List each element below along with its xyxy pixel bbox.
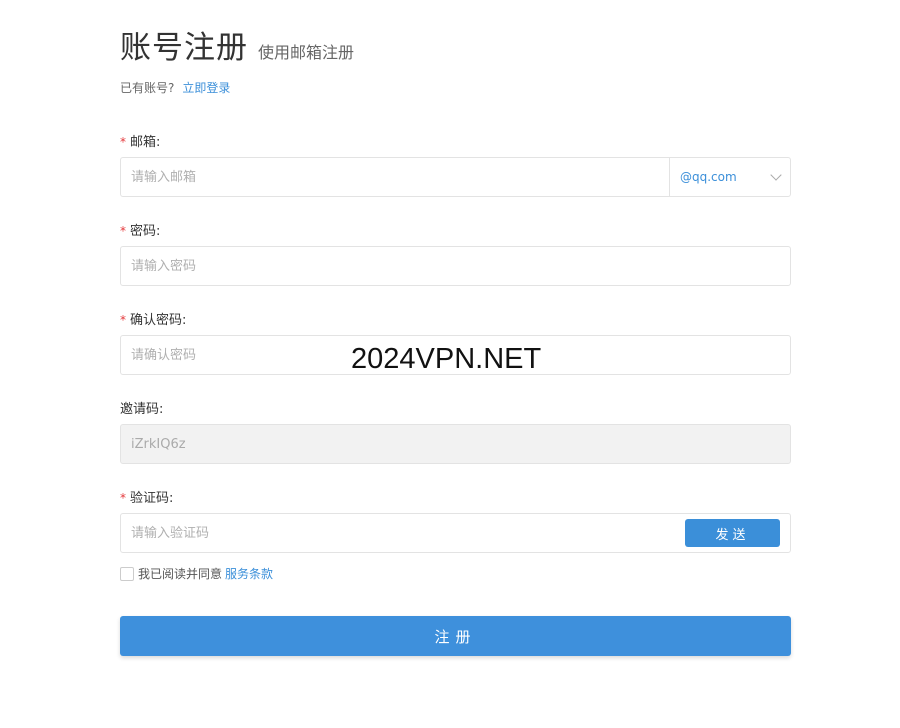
required-mark: *	[120, 491, 126, 505]
watermark-text: 2024VPN.NET	[351, 343, 542, 375]
email-input[interactable]	[121, 158, 651, 196]
email-label-text: 邮箱:	[130, 135, 161, 150]
captcha-field-wrapper: 发送	[120, 513, 791, 553]
password-label: * 密码:	[120, 220, 160, 239]
have-account-text: 已有账号?	[120, 81, 175, 95]
required-mark: *	[120, 135, 126, 149]
email-domain-select[interactable]: @qq.com	[669, 158, 790, 196]
captcha-input[interactable]	[121, 514, 651, 552]
email-label: * 邮箱:	[120, 131, 160, 150]
login-prompt: 已有账号? 立即登录	[120, 79, 230, 96]
send-code-button[interactable]: 发送	[685, 519, 780, 547]
required-mark: *	[120, 313, 126, 327]
agree-text: 我已阅读并同意	[138, 567, 223, 581]
page-title: 账号注册	[120, 30, 248, 66]
page-subtitle: 使用邮箱注册	[258, 43, 355, 62]
invite-code-label: 邀请码:	[120, 398, 163, 417]
terms-link[interactable]: 服务条款	[225, 565, 273, 582]
captcha-label: * 验证码:	[120, 487, 173, 506]
invite-code-label-text: 邀请码:	[120, 402, 164, 417]
password-label-text: 密码:	[130, 224, 161, 239]
agree-checkbox[interactable]	[120, 566, 134, 581]
invite-code-field-wrapper	[120, 424, 791, 464]
required-mark: *	[120, 224, 126, 238]
login-link[interactable]: 立即登录	[182, 81, 230, 95]
password-input[interactable]	[121, 247, 651, 285]
captcha-label-text: 验证码:	[130, 491, 174, 506]
confirm-password-label: * 确认密码:	[120, 309, 186, 328]
email-domain-value: @qq.com	[680, 170, 737, 184]
confirm-password-label-text: 确认密码:	[130, 313, 187, 328]
invite-code-input	[121, 425, 651, 463]
chevron-down-icon	[770, 169, 782, 181]
page-header: 账号注册 使用邮箱注册	[120, 22, 354, 67]
email-field-wrapper: @qq.com	[120, 157, 791, 197]
agree-row: 我已阅读并同意 服务条款	[120, 565, 273, 582]
password-field-wrapper	[120, 246, 791, 286]
register-button[interactable]: 注册	[120, 616, 791, 656]
